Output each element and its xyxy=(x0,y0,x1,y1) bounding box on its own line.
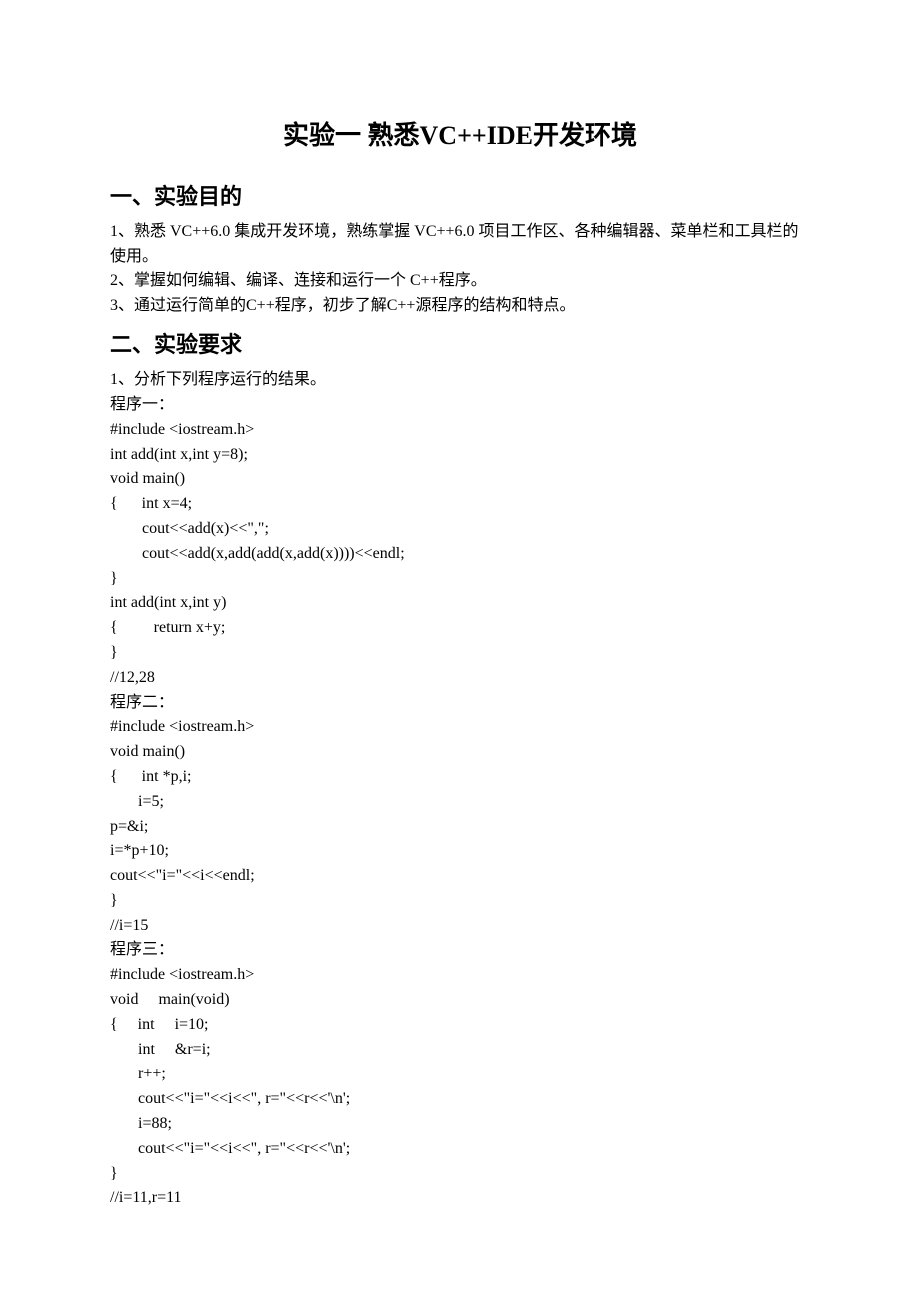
section-heading-purpose: 一、实验目的 xyxy=(110,179,810,214)
document-page: 实验一 熟悉VC++IDE开发环境 一、实验目的 1、熟悉 VC++6.0 集成… xyxy=(0,0,920,1271)
program-2-label: 程序二： xyxy=(110,691,810,716)
purpose-item-3: 3、通过运行简单的C++程序，初步了解C++源程序的结构和特点。 xyxy=(110,294,810,319)
code-line: cout<<"i="<<i<<", r="<<r<<'\n'; xyxy=(110,1087,810,1112)
code-line: cout<<add(x,add(add(x,add(x))))<<endl; xyxy=(110,542,810,567)
code-line: int add(int x,int y=8); xyxy=(110,443,810,468)
code-line: r++; xyxy=(110,1062,810,1087)
code-line: void main() xyxy=(110,740,810,765)
purpose-item-1: 1、熟悉 VC++6.0 集成开发环境，熟练掌握 VC++6.0 项目工作区、各… xyxy=(110,220,810,270)
code-line: p=&i; xyxy=(110,815,810,840)
code-line: i=5; xyxy=(110,790,810,815)
code-line: //i=11,r=11 xyxy=(110,1186,810,1211)
code-line: { int i=10; xyxy=(110,1013,810,1038)
code-line: //12,28 xyxy=(110,666,810,691)
code-line: } xyxy=(110,1162,810,1187)
code-line: #include <iostream.h> xyxy=(110,715,810,740)
section-heading-requirements: 二、实验要求 xyxy=(110,327,810,362)
code-line: { int *p,i; xyxy=(110,765,810,790)
code-line: i=*p+10; xyxy=(110,839,810,864)
code-line: } xyxy=(110,889,810,914)
code-line: void main(void) xyxy=(110,988,810,1013)
code-line: { return x+y; xyxy=(110,616,810,641)
purpose-item-2: 2、掌握如何编辑、编译、连接和运行一个 C++程序。 xyxy=(110,269,810,294)
program-3-label: 程序三： xyxy=(110,938,810,963)
code-line: void main() xyxy=(110,467,810,492)
requirement-item-1: 1、分析下列程序运行的结果。 xyxy=(110,368,810,393)
document-title: 实验一 熟悉VC++IDE开发环境 xyxy=(110,115,810,157)
code-line: i=88; xyxy=(110,1112,810,1137)
code-line: //i=15 xyxy=(110,914,810,939)
code-line: int &r=i; xyxy=(110,1038,810,1063)
code-line: int add(int x,int y) xyxy=(110,591,810,616)
code-line: } xyxy=(110,641,810,666)
code-line: cout<<add(x)<<","; xyxy=(110,517,810,542)
code-line: cout<<"i="<<i<<endl; xyxy=(110,864,810,889)
program-1-label: 程序一： xyxy=(110,393,810,418)
code-line: #include <iostream.h> xyxy=(110,418,810,443)
code-line: cout<<"i="<<i<<", r="<<r<<'\n'; xyxy=(110,1137,810,1162)
code-line: } xyxy=(110,567,810,592)
code-line: #include <iostream.h> xyxy=(110,963,810,988)
code-line: { int x=4; xyxy=(110,492,810,517)
